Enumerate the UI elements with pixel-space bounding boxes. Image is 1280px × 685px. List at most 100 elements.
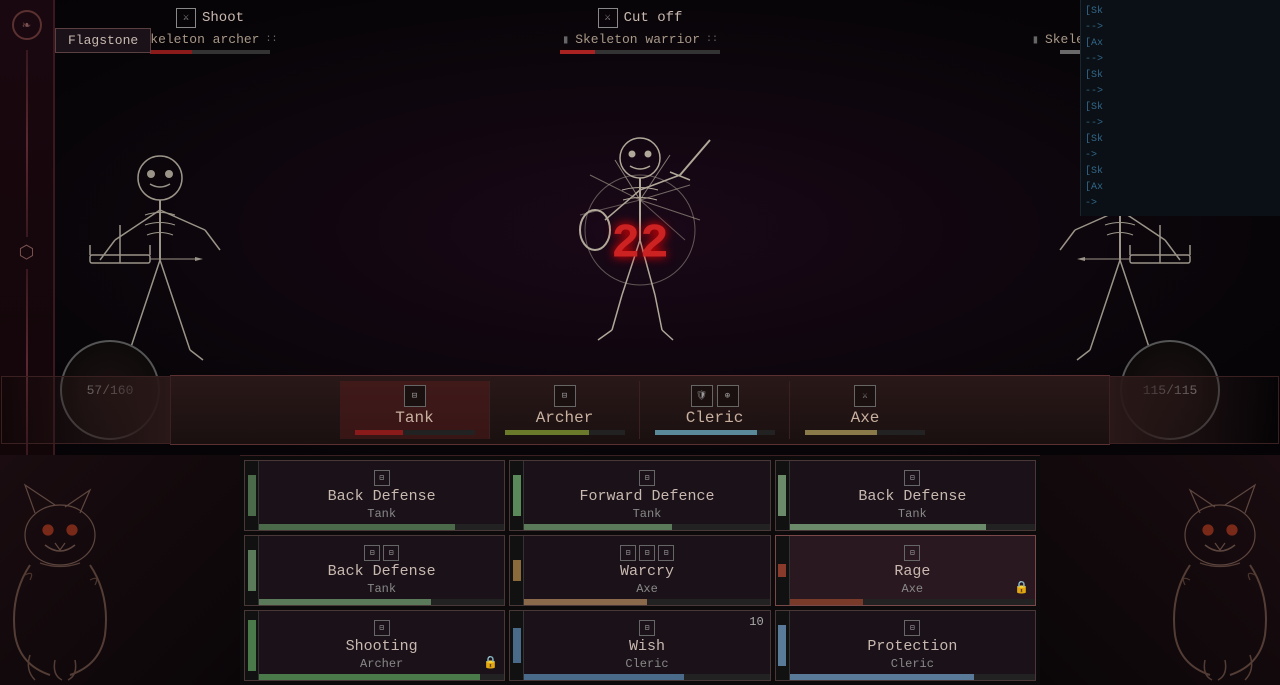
archer-hp-bar	[505, 430, 625, 435]
ability-icon-row-2: ⊟	[639, 470, 655, 486]
scroll-line	[26, 50, 28, 237]
enemy-left-action: ⚔ Shoot	[176, 8, 244, 28]
ability-left-bar-9	[776, 611, 790, 680]
ability-type-1: Tank	[367, 507, 396, 521]
ability-back-defense-1[interactable]: ⊟ Back Defense Tank	[244, 460, 505, 531]
ability-name-1: Back Defense	[328, 488, 436, 506]
location-name: Flagstone	[68, 33, 138, 48]
archer-hp-fill	[505, 430, 589, 435]
left-creature-art	[0, 455, 240, 685]
tank-hp-bar	[355, 430, 475, 435]
ability-bottom-4	[259, 599, 504, 605]
ability-back-defense-2[interactable]: ⊟ Back Defense Tank	[775, 460, 1036, 531]
ability-name-3: Back Defense	[858, 488, 966, 506]
ability-shooting-archer[interactable]: ⊟ Shooting Archer 🔒	[244, 610, 505, 681]
cleric-icon-row: 🛡 ⊕	[691, 385, 739, 407]
ability-grid: ⊟ Back Defense Tank ⊟ Forward Defence Ta…	[240, 456, 1040, 685]
cleric-slot-icon-shield: 🛡	[691, 385, 713, 407]
ability-icon-row-9: ⊟	[904, 620, 920, 636]
ability-icon-row-4: ⊟ ⊟	[364, 545, 399, 561]
ability-left-bar-6	[776, 536, 790, 605]
cleric-hp-bar	[655, 430, 775, 435]
ability-bottom-1	[259, 524, 504, 530]
ability-type-9: Cleric	[891, 657, 934, 671]
ability-icon-row-1: ⊟	[374, 470, 390, 486]
enemy-center-action-label: Cut off	[624, 10, 683, 26]
ability-icon-7: ⊟	[374, 620, 390, 636]
tank-slot-name: Tank	[395, 409, 433, 427]
right-beast-svg	[1040, 455, 1280, 685]
ability-rage-axe[interactable]: ⊟ Rage Axe 🔒	[775, 535, 1036, 606]
tank-hp-fill	[355, 430, 403, 435]
battle-log: [Sk --> [Ax --> [Sk --> [Sk --> [Sk -> […	[1080, 0, 1280, 216]
ability-left-fill-7	[248, 620, 256, 672]
ability-left-fill-4	[248, 550, 256, 591]
ability-bottom-fill-8	[524, 674, 683, 680]
ability-left-bar-3	[776, 461, 790, 530]
ability-icon-5: ⊟	[620, 545, 636, 561]
ability-left-fill-8	[513, 628, 521, 663]
ability-bottom-fill-5	[524, 599, 647, 605]
party-bar: ⊟ Tank ⊟ Archer 🛡 ⊕ Cleric	[170, 375, 1110, 445]
ability-name-6: Rage	[894, 563, 930, 581]
ability-icon-9: ⊟	[904, 620, 920, 636]
ability-back-defense-3[interactable]: ⊟ ⊟ Back Defense Tank	[244, 535, 505, 606]
ability-icon-1: ⊟	[374, 470, 390, 486]
right-hp-icon: ▮	[1032, 32, 1039, 47]
ability-type-4: Tank	[367, 582, 396, 596]
ability-name-5: Warcry	[620, 563, 674, 581]
ability-left-bar-8	[510, 611, 524, 680]
ability-type-7: Archer	[360, 657, 403, 671]
center-hp-icon: ▮	[562, 32, 569, 47]
ability-bottom-fill-4	[259, 599, 431, 605]
enemy-left-name-row: Skeleton archer ::	[142, 32, 277, 47]
ability-icon-row-6: ⊟	[904, 545, 920, 561]
ability-bottom-5	[524, 599, 769, 605]
center-warrior-area: 22	[540, 120, 740, 380]
ability-icon-row-5: ⊟ ⊟ ⊟	[620, 545, 674, 561]
ability-left-bar-2	[510, 461, 524, 530]
ability-left-fill-2	[513, 475, 521, 516]
ability-type-5: Axe	[636, 582, 658, 596]
enemy-center-name: Skeleton warrior	[575, 32, 700, 47]
ability-name-8: Wish	[629, 638, 665, 656]
log-content: [Sk --> [Ax --> [Sk --> [Sk --> [Sk -> […	[1085, 4, 1276, 212]
ability-icon-2: ⊟	[639, 470, 655, 486]
archer-slot-icon: ⊟	[554, 385, 576, 407]
enemy-section: ⚔ Shoot Skeleton archer :: ⚔ Cut off ▮ S…	[60, 0, 1220, 80]
archer-slot-name: Archer	[536, 409, 594, 427]
ability-left-fill-5	[513, 560, 521, 581]
scroll-symbol: ⬡	[19, 242, 35, 264]
ability-wish-cleric[interactable]: ⊟ Wish Cleric 10	[509, 610, 770, 681]
party-slot-cleric[interactable]: 🛡 ⊕ Cleric	[640, 381, 790, 439]
ability-forward-defence-tank[interactable]: ⊟ Forward Defence Tank	[509, 460, 770, 531]
ability-bottom-6	[790, 599, 1035, 605]
axe-icon-row: ⚔	[854, 385, 876, 407]
ability-bottom-8	[524, 674, 769, 680]
ability-left-fill-9	[778, 625, 786, 666]
shooting-lock-icon: 🔒	[483, 655, 498, 670]
party-slot-tank[interactable]: ⊟ Tank	[340, 381, 490, 439]
attack-number: 22	[611, 218, 669, 272]
enemy-left-dots: ::	[266, 34, 278, 45]
ability-protection-cleric[interactable]: ⊟ Protection Cleric	[775, 610, 1036, 681]
enemy-card-center: ⚔ Cut off ▮ Skeleton warrior ::	[530, 8, 750, 72]
ability-icon-4b: ⊟	[383, 545, 399, 561]
tank-icon-row: ⊟	[404, 385, 426, 407]
ability-bottom-9	[790, 674, 1035, 680]
ability-left-fill-1	[248, 475, 256, 516]
ability-warcry-axe[interactable]: ⊟ ⊟ ⊟ Warcry Axe	[509, 535, 770, 606]
ability-bottom-2	[524, 524, 769, 530]
enemy-center-dots: ::	[706, 34, 718, 45]
ability-icon-5c: ⊟	[658, 545, 674, 561]
ability-type-2: Tank	[633, 507, 662, 521]
ability-bottom-fill-6	[790, 599, 864, 605]
party-slot-archer[interactable]: ⊟ Archer	[490, 381, 640, 439]
ability-bottom-fill-9	[790, 674, 974, 680]
right-wing	[1109, 376, 1279, 444]
ability-left-fill-3	[778, 475, 786, 516]
left-beast-svg	[0, 455, 240, 685]
axe-hp-bar	[805, 430, 925, 435]
party-slot-axe[interactable]: ⚔ Axe	[790, 381, 940, 439]
ability-bottom-fill-2	[524, 524, 671, 530]
